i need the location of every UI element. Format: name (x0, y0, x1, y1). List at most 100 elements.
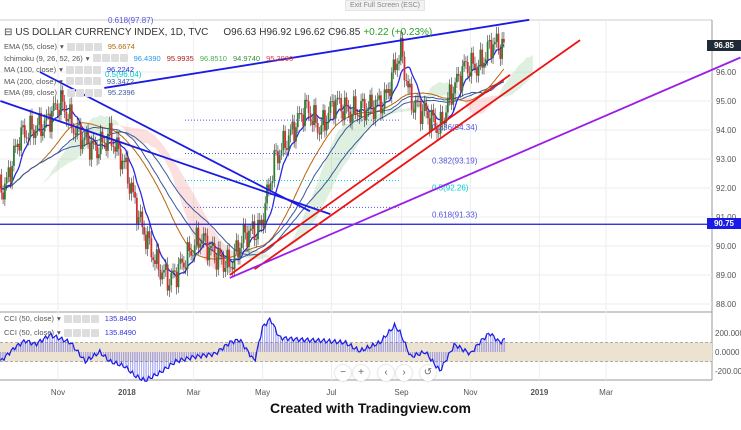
settings-icon[interactable] (101, 54, 110, 62)
indicator-buttons[interactable] (63, 328, 99, 337)
dropdown-icon[interactable]: ▾ (86, 54, 90, 63)
ichimoku-cloud-segment (400, 108, 403, 113)
dropdown-icon[interactable]: ▾ (60, 42, 64, 51)
candle-body (215, 257, 218, 270)
candle-body (210, 245, 212, 249)
indicator-legend[interactable]: MA (100, close) ▾ 96.2242 (4, 65, 134, 74)
settings-icon[interactable] (75, 42, 84, 51)
visibility-icon[interactable] (92, 54, 101, 62)
candle-body (446, 98, 449, 113)
ichimoku-cloud-segment (122, 125, 125, 130)
indicator-buttons[interactable] (65, 65, 101, 74)
indicator-label[interactable]: EMA (55, close) (4, 42, 57, 51)
indicator-buttons[interactable] (66, 88, 102, 97)
indicator-legend[interactable]: EMA (89, close) ▾ 95.2396 (4, 88, 135, 97)
y-tick-label: 96.00 (716, 68, 737, 77)
add-icon[interactable] (84, 88, 93, 97)
exit-fullscreen-button[interactable]: Exit Full Screen (ESC) (345, 0, 426, 11)
ichimoku-cloud-segment (355, 119, 358, 149)
ichimoku-cloud-segment (442, 83, 445, 96)
cci-label[interactable]: CCI (50, close) (4, 328, 54, 337)
candle-body (202, 233, 205, 242)
indicator-legend[interactable]: Ichimoku (9, 26, 52, 26) ▾ 96.4390 95.9935 9… (4, 54, 293, 63)
dropdown-icon[interactable]: ▾ (60, 88, 64, 97)
candle-body (150, 238, 153, 258)
candle-body (23, 125, 26, 138)
remove-icon[interactable] (119, 54, 128, 62)
ichimoku-cloud-segment (406, 107, 409, 112)
ichimoku-cloud-segment (514, 68, 517, 93)
indicator-label[interactable]: MA (200, close) (4, 77, 56, 86)
indicator-legend[interactable]: MA (200, close) ▾ 93.3472 (4, 77, 134, 86)
indicator-label[interactable]: MA (100, close) (4, 65, 56, 74)
candle-body (278, 155, 281, 164)
ichimoku-cloud-segment (523, 58, 526, 85)
dropdown-icon[interactable]: ▾ (57, 328, 61, 337)
reset-chart-button[interactable]: ↺ (420, 365, 436, 381)
candle-body (369, 94, 372, 108)
indicator-label[interactable]: EMA (89, close) (4, 88, 57, 97)
candle-body (450, 84, 453, 105)
dropdown-icon[interactable]: ▾ (59, 77, 63, 86)
dropdown-icon[interactable]: ▾ (57, 314, 61, 323)
scroll-right-button[interactable]: › (396, 365, 412, 381)
cci-legend[interactable]: CCI (50, close) ▾ 135.8490 (4, 328, 136, 337)
candle-body (466, 62, 469, 74)
add-icon[interactable] (81, 314, 90, 323)
dropdown-icon[interactable]: ▾ (59, 65, 63, 74)
x-tick-label: May (255, 388, 270, 397)
candle-body (365, 110, 368, 121)
indicator-buttons[interactable] (66, 42, 102, 51)
remove-icon[interactable] (93, 42, 102, 51)
candle-body (316, 122, 319, 133)
candle-body (465, 61, 467, 63)
indicator-buttons[interactable] (92, 54, 128, 62)
settings-icon[interactable] (72, 328, 81, 337)
add-icon[interactable] (83, 77, 92, 85)
collapse-icon[interactable]: ⊟ (4, 27, 12, 38)
indicator-buttons[interactable] (63, 314, 99, 323)
remove-icon[interactable] (90, 314, 99, 323)
zoom-in-button[interactable]: + (353, 365, 369, 381)
remove-icon[interactable] (92, 65, 101, 74)
remove-icon[interactable] (90, 328, 99, 337)
ichimoku-cloud-segment (511, 72, 513, 96)
cci-label[interactable]: CCI (50, close) (4, 314, 54, 323)
remove-icon[interactable] (92, 77, 101, 85)
add-icon[interactable] (84, 42, 93, 51)
scroll-left-button[interactable]: ‹ (378, 365, 394, 381)
candle-body (134, 191, 136, 198)
candle-body (486, 41, 489, 60)
candle-body (327, 112, 330, 123)
cci-legend[interactable]: CCI (50, close) ▾ 135.8490 (4, 314, 136, 323)
visibility-icon[interactable] (65, 65, 74, 74)
candle-body (361, 98, 364, 102)
visibility-icon[interactable] (66, 42, 75, 51)
candle-body (195, 227, 198, 246)
indicator-label[interactable]: Ichimoku (9, 26, 52, 26) (4, 54, 83, 63)
cci-value: 135.8490 (104, 328, 137, 337)
visibility-icon[interactable] (66, 88, 75, 97)
indicator-legend[interactable]: EMA (55, close) ▾ 95.6674 (4, 42, 135, 51)
settings-icon[interactable] (74, 77, 83, 85)
indicator-buttons[interactable] (65, 77, 101, 85)
candle-body (197, 227, 200, 248)
settings-icon[interactable] (72, 314, 81, 323)
visibility-icon[interactable] (63, 314, 72, 323)
settings-icon[interactable] (74, 65, 83, 74)
settings-icon[interactable] (75, 88, 84, 97)
candle-body (407, 81, 409, 88)
ichimoku-cloud-segment (324, 156, 327, 203)
remove-icon[interactable] (93, 88, 102, 97)
zoom-out-button[interactable]: − (335, 365, 351, 381)
visibility-icon[interactable] (65, 77, 74, 85)
ohlc-open: O96.63 (223, 27, 257, 38)
add-icon[interactable] (110, 54, 119, 62)
add-icon[interactable] (81, 328, 90, 337)
ichimoku-cloud-segment (521, 61, 524, 87)
candle-body (186, 242, 189, 269)
candle-body (311, 121, 314, 126)
visibility-icon[interactable] (63, 328, 72, 337)
symbol-title[interactable]: US DOLLAR CURRENCY INDEX, 1D, TVC (15, 27, 208, 38)
add-icon[interactable] (83, 65, 92, 74)
